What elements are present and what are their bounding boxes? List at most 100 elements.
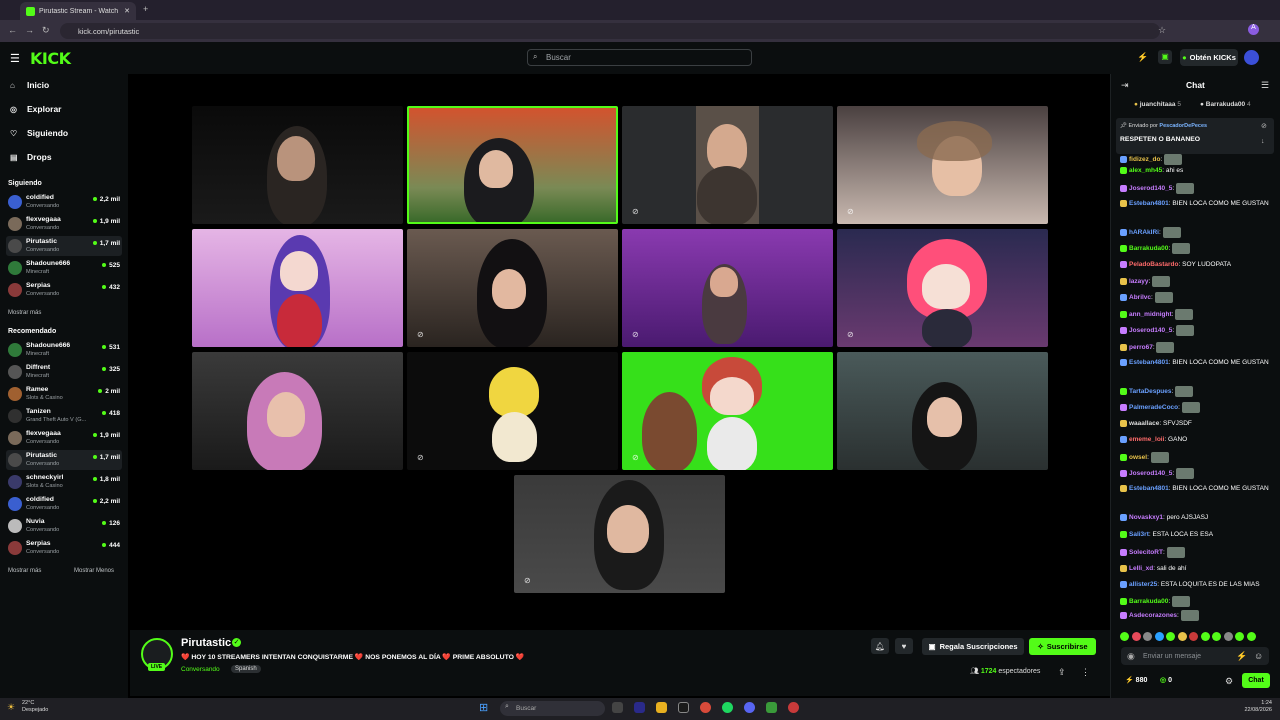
- back-icon[interactable]: ←: [8, 25, 17, 35]
- forward-icon[interactable]: →: [25, 25, 34, 35]
- following-channel[interactable]: flexvegaaa Conversando 1,9 mil: [6, 214, 122, 234]
- following-channel[interactable]: Serpias Conversando 432: [6, 280, 122, 300]
- chat-username[interactable]: Asdecorazones: [1129, 612, 1177, 619]
- quick-emote-icon[interactable]: [1166, 632, 1175, 641]
- channel-points[interactable]: ⚡ 880: [1125, 676, 1147, 684]
- kick-emote-icon[interactable]: ⚡: [1236, 651, 1247, 662]
- chat-username[interactable]: alex_mh45: [1129, 167, 1162, 174]
- show-more-following[interactable]: Mostrar más: [8, 310, 41, 316]
- emoji-icon[interactable]: ☺: [1254, 651, 1263, 661]
- following-channel[interactable]: Pirutastic Conversando 1,7 mil: [6, 236, 122, 256]
- discord-icon[interactable]: [744, 702, 755, 713]
- show-more-recommended[interactable]: Mostrar más: [8, 568, 41, 574]
- chat-username[interactable]: waaallace: [1129, 420, 1159, 427]
- quick-emote-icon[interactable]: [1246, 632, 1256, 641]
- chat-username[interactable]: ann_midnight: [1129, 311, 1172, 318]
- new-tab-icon[interactable]: +: [143, 4, 148, 14]
- chrome-icon[interactable]: [700, 702, 711, 713]
- notification-bell-icon[interactable]: 🔔︎: [871, 638, 889, 654]
- quick-emote-icon[interactable]: [1177, 632, 1187, 641]
- search-input[interactable]: Buscar: [527, 49, 752, 66]
- show-less-recommended[interactable]: Mostrar Menos: [74, 568, 114, 574]
- following-channel[interactable]: coldified Conversando 2,2 mil: [6, 192, 122, 212]
- quick-emote-icon[interactable]: [1235, 632, 1244, 641]
- chat-users-icon[interactable]: ☰: [1261, 80, 1269, 91]
- chat-username[interactable]: perro67: [1129, 344, 1153, 351]
- kick-logo[interactable]: KICK: [30, 49, 71, 68]
- chat-username[interactable]: fidizez_do: [1129, 156, 1160, 163]
- recommended-channel[interactable]: schneckyirl Slots & Casino 1,8 mil: [6, 472, 122, 492]
- quick-emote-icon[interactable]: [1154, 632, 1164, 641]
- chat-username[interactable]: Esteban4801: [1129, 200, 1169, 207]
- chat-username[interactable]: Joserod140_5: [1129, 185, 1172, 192]
- chat-username[interactable]: Lelli_xd: [1129, 565, 1153, 572]
- kick-k-icon[interactable]: ⚡: [1137, 52, 1148, 63]
- quick-emote-icon[interactable]: [1189, 632, 1198, 641]
- collapse-chat-icon[interactable]: ⇥: [1121, 80, 1129, 91]
- nav-inicio[interactable]: ⌂ Inicio: [10, 80, 49, 90]
- task-view-icon[interactable]: [612, 702, 623, 713]
- stream-category[interactable]: Conversando: [181, 666, 220, 673]
- emote-bar[interactable]: [1120, 628, 1270, 642]
- gifter-1[interactable]: ● juanchitaaa 5: [1134, 101, 1181, 108]
- capcut-icon[interactable]: [678, 702, 689, 713]
- weather-widget[interactable]: 22°C Despejado: [22, 700, 48, 714]
- follow-heart-icon[interactable]: ♥: [895, 638, 913, 654]
- taskbar-search[interactable]: Buscar: [500, 701, 605, 716]
- get-kicks-button[interactable]: ● Obtén KICKs: [1180, 49, 1238, 66]
- clock[interactable]: 1:24 22/08/2026: [1232, 700, 1272, 714]
- recommended-channel[interactable]: flexvegaaa Conversando 1,9 mil: [6, 428, 122, 448]
- chat-username[interactable]: Sali3rt: [1129, 531, 1149, 538]
- chat-username[interactable]: Esteban4801: [1129, 485, 1169, 492]
- quick-emote-icon[interactable]: [1120, 632, 1129, 641]
- chat-username[interactable]: SolecitoRT: [1129, 549, 1163, 556]
- recommended-channel[interactable]: Nuvia Conversando 126: [6, 516, 122, 536]
- menu-icon[interactable]: ☰: [10, 52, 20, 65]
- chat-username[interactable]: Esteban4801: [1129, 359, 1169, 366]
- tab-close-icon[interactable]: ✕: [124, 7, 130, 15]
- recommended-channel[interactable]: Diffrent Minecraft 325: [6, 362, 122, 382]
- file-explorer-icon[interactable]: [656, 702, 667, 713]
- minecraft-icon[interactable]: [766, 702, 777, 713]
- recommended-channel[interactable]: Ramee Slots & Casino 2 mil: [6, 384, 122, 404]
- more-options-icon[interactable]: ⋮: [1081, 667, 1090, 678]
- premiere-icon[interactable]: [634, 702, 645, 713]
- gift-subs-button[interactable]: ▣ Regala Suscripciones: [922, 638, 1024, 655]
- recommended-channel[interactable]: Pirutastic Conversando 1,7 mil: [6, 450, 122, 470]
- hide-pinned-icon[interactable]: ⊘: [1261, 122, 1267, 130]
- obs-icon[interactable]: [788, 702, 799, 713]
- chat-username[interactable]: PalmeradeCoco: [1129, 404, 1178, 411]
- nav-siguiendo[interactable]: ♡ Siguiendo: [10, 128, 68, 138]
- chat-username[interactable]: lazayy: [1129, 278, 1149, 285]
- quick-emote-icon[interactable]: [1131, 632, 1141, 641]
- expand-pinned-icon[interactable]: ↓: [1261, 138, 1265, 145]
- recommended-channel[interactable]: coldified Conversando 2,2 mil: [6, 494, 122, 514]
- chat-username[interactable]: Joserod140_5: [1129, 327, 1172, 334]
- spotify-icon[interactable]: [722, 702, 733, 713]
- quick-emote-icon[interactable]: [1223, 632, 1233, 641]
- chat-username[interactable]: PeladoBastardo: [1129, 261, 1179, 268]
- chat-username[interactable]: hARAkIRi: [1129, 229, 1159, 236]
- language-tag[interactable]: Spanish: [231, 665, 261, 673]
- quick-emote-icon[interactable]: [1212, 632, 1221, 641]
- profile-avatar-icon[interactable]: A: [1248, 24, 1259, 35]
- quick-emote-icon[interactable]: [1143, 632, 1152, 641]
- gifter-2[interactable]: ● Barrakuda00 4: [1200, 101, 1251, 108]
- kicks-balance[interactable]: ◎ 0: [1160, 676, 1172, 684]
- chat-username[interactable]: Barrakuda00: [1129, 598, 1168, 605]
- recommended-channel[interactable]: Serpias Conversando 444: [6, 538, 122, 558]
- nav-drops[interactable]: ▤ Drops: [10, 152, 52, 162]
- recommended-channel[interactable]: Tanizen Grand Theft Auto V (G... 418: [6, 406, 122, 426]
- streamer-name[interactable]: Pirutastic: [181, 637, 231, 649]
- chat-username[interactable]: Barrakuda00: [1129, 245, 1168, 252]
- following-channel[interactable]: Shadoune666 Minecraft 525: [6, 258, 122, 278]
- chat-settings-icon[interactable]: ⚙: [1225, 676, 1233, 687]
- nav-explorar[interactable]: ◎ Explorar: [10, 104, 62, 114]
- share-icon[interactable]: ⇪: [1058, 667, 1066, 678]
- chat-username[interactable]: ememe_loii: [1129, 436, 1164, 443]
- subscribe-button[interactable]: ✧ Suscribirse: [1029, 638, 1096, 655]
- browser-tab[interactable]: Pirutastic Stream - Watch Li ✕: [20, 2, 136, 20]
- chat-username[interactable]: owsel: [1129, 454, 1147, 461]
- chat-send-button[interactable]: Chat: [1242, 673, 1270, 688]
- reload-icon[interactable]: ↻: [42, 25, 50, 36]
